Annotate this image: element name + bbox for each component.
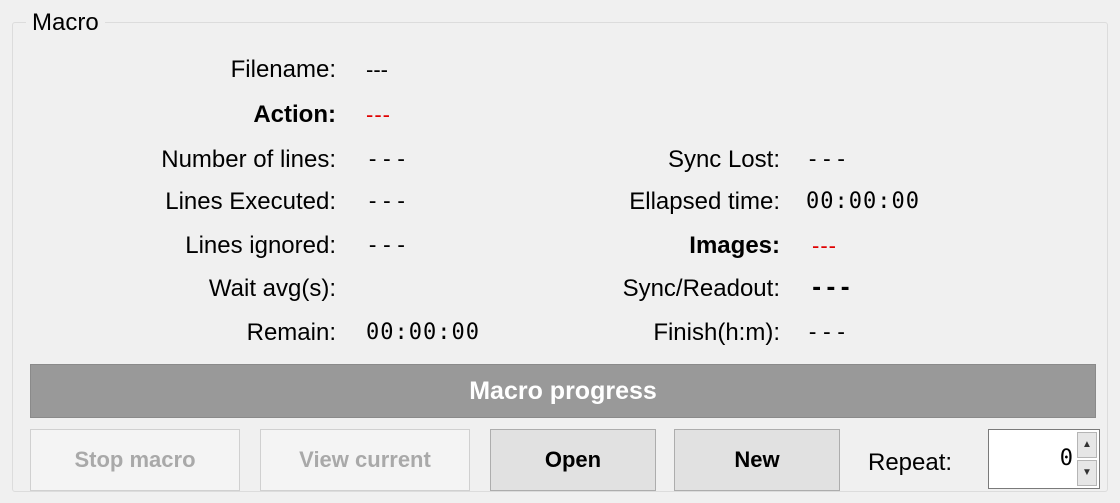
- sync-readout-label: Sync/Readout:: [622, 275, 780, 302]
- progress-label: Macro progress: [469, 377, 657, 405]
- action-value: ---: [366, 102, 391, 127]
- lines-executed-value: ---: [366, 189, 409, 214]
- ellapsed-time-label: Ellapsed time:: [629, 188, 780, 215]
- macro-group-title: Macro: [26, 8, 105, 38]
- repeat-value[interactable]: 0: [1060, 430, 1073, 488]
- sync-readout-value: ---: [810, 276, 853, 301]
- repeat-label: Repeat:: [868, 449, 953, 476]
- wait-avg-label: Wait avg(s):: [208, 275, 336, 302]
- number-of-lines-value: ---: [366, 147, 409, 172]
- filename-value: ---: [366, 57, 388, 82]
- spin-down-icon[interactable]: ▼: [1077, 460, 1097, 486]
- images-label: Images:: [689, 232, 780, 259]
- lines-ignored-value: ---: [366, 233, 409, 258]
- number-of-lines-label: Number of lines:: [161, 146, 336, 173]
- images-value: ---: [812, 233, 837, 258]
- macro-progress-bar: Macro progress: [30, 364, 1096, 418]
- finish-value: ---: [806, 320, 849, 345]
- finish-label: Finish(h:m):: [653, 319, 780, 346]
- new-button[interactable]: New: [674, 429, 840, 491]
- ellapsed-time-value: 00:00:00: [806, 189, 920, 214]
- repeat-stepper[interactable]: 0 ▲ ▼: [988, 429, 1100, 489]
- view-current-button[interactable]: View current: [260, 429, 470, 491]
- sync-lost-value: ---: [806, 147, 849, 172]
- open-button[interactable]: Open: [490, 429, 656, 491]
- macro-groupbox: [12, 22, 1108, 492]
- action-label: Action:: [253, 101, 336, 128]
- stop-macro-button[interactable]: Stop macro: [30, 429, 240, 491]
- spin-up-icon[interactable]: ▲: [1077, 432, 1097, 458]
- lines-executed-label: Lines Executed:: [165, 188, 336, 215]
- sync-lost-label: Sync Lost:: [667, 146, 780, 173]
- remain-value: 00:00:00: [366, 320, 480, 345]
- lines-ignored-label: Lines ignored:: [185, 232, 336, 259]
- remain-label: Remain:: [246, 319, 336, 346]
- filename-label: Filename:: [230, 56, 336, 83]
